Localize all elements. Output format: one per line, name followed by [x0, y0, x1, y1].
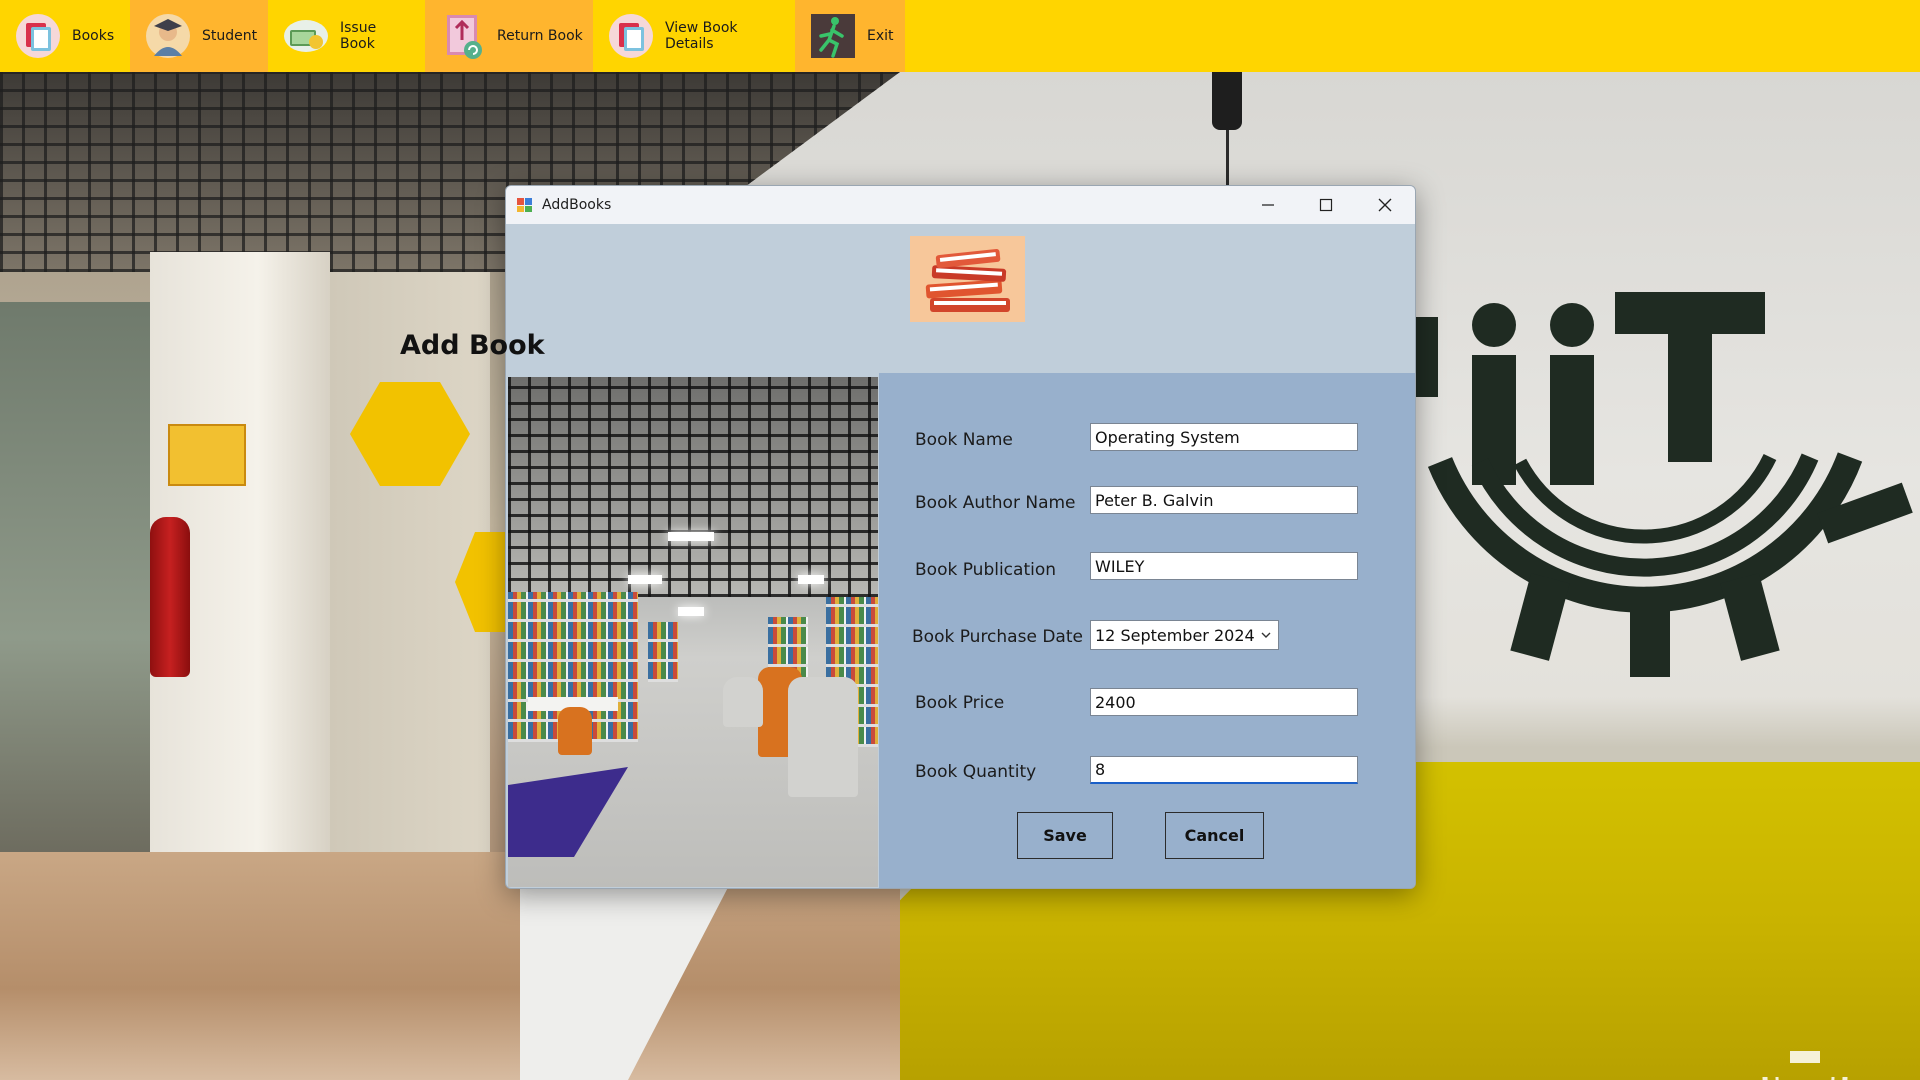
- menu-label-exit: Exit: [867, 28, 894, 44]
- book-author-name-input[interactable]: [1090, 486, 1358, 514]
- menu-item-return-book[interactable]: Return Book: [425, 0, 593, 72]
- cancel-button[interactable]: Cancel: [1165, 812, 1264, 859]
- photo-chair: [788, 677, 858, 797]
- kiit-watermark-logo: [1762, 1051, 1848, 1080]
- menu-item-view-book-details[interactable]: View Book Details: [593, 0, 795, 72]
- exit-icon: [811, 14, 855, 58]
- menu-label-return-book: Return Book: [497, 28, 583, 44]
- library-photo: [508, 377, 878, 887]
- app-icon: [517, 198, 532, 212]
- photo-carpet: [508, 767, 628, 857]
- photo-chair: [558, 707, 592, 755]
- menu-item-exit[interactable]: Exit: [795, 0, 905, 72]
- background-notice-board: [168, 424, 246, 486]
- student-icon: [146, 14, 190, 58]
- book-name-input[interactable]: [1090, 423, 1358, 451]
- book-purchase-date-picker[interactable]: 12 September 2024: [1090, 620, 1279, 650]
- fire-extinguisher: [150, 517, 190, 677]
- photo-ceiling-light: [668, 532, 714, 541]
- book-price-input[interactable]: [1090, 688, 1358, 716]
- window-title-bar[interactable]: AddBooks: [506, 186, 1415, 224]
- main-menu-bar: Books Student Issue Book Return Book Vie…: [0, 0, 1920, 72]
- window-title: AddBooks: [542, 197, 612, 213]
- close-icon: [1378, 198, 1392, 212]
- background-glass-door: [0, 302, 160, 862]
- menu-label-view-book-details: View Book Details: [665, 20, 738, 52]
- menu-label-books: Books: [72, 28, 115, 44]
- book-stack-icon: [910, 236, 1025, 322]
- purchase-date-value: 12 September 2024: [1095, 625, 1255, 645]
- photo-ceiling-light: [628, 575, 662, 584]
- close-button[interactable]: [1356, 186, 1414, 224]
- menu-item-books[interactable]: Books: [0, 0, 130, 72]
- minimize-icon: [1262, 204, 1274, 206]
- form-heading: Add Book: [400, 330, 545, 361]
- maximize-icon: [1319, 198, 1333, 212]
- book-quantity-input[interactable]: [1090, 756, 1358, 784]
- return-book-icon: [447, 15, 482, 59]
- minimize-button[interactable]: [1239, 186, 1297, 224]
- photo-ceiling-light: [678, 607, 704, 616]
- photo-bookshelf: [648, 622, 678, 682]
- save-button[interactable]: Save: [1017, 812, 1113, 859]
- view-book-details-icon: [609, 14, 653, 58]
- menu-label-issue-book: Issue Book: [340, 20, 377, 52]
- kiit-wall-logo: [1410, 292, 1913, 677]
- book-publication-input[interactable]: [1090, 552, 1358, 580]
- issue-book-icon: [284, 20, 328, 52]
- background-lamp: [1212, 72, 1242, 130]
- photo-ceiling-light: [798, 575, 824, 584]
- books-icon: [16, 14, 60, 58]
- maximize-button[interactable]: [1297, 186, 1355, 224]
- chevron-down-icon[interactable]: [1258, 627, 1274, 643]
- menu-label-student: Student: [202, 28, 258, 44]
- menu-item-issue-book[interactable]: Issue Book: [268, 0, 425, 72]
- menu-item-student[interactable]: Student: [130, 0, 268, 72]
- photo-ceiling: [508, 377, 878, 597]
- photo-chair: [723, 677, 763, 727]
